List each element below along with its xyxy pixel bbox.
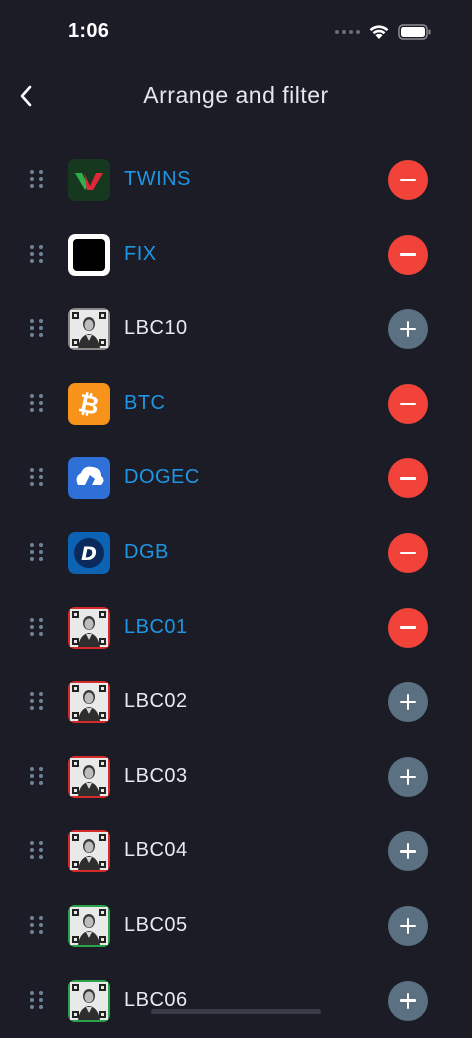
- coin-row-lbc01: LBC01: [0, 591, 472, 666]
- page-title: Arrange and filter: [143, 82, 329, 108]
- drag-handle-icon[interactable]: [30, 990, 44, 1011]
- remove-button[interactable]: [388, 160, 428, 200]
- minus-icon: [400, 626, 416, 629]
- drag-handle-icon[interactable]: [30, 692, 44, 712]
- digibyte-logo-icon: D: [68, 531, 110, 574]
- plus-icon-stroke: [406, 992, 410, 1009]
- add-button[interactable]: [388, 980, 428, 1021]
- home-indicator: [151, 1009, 321, 1014]
- plus-icon-stroke: [406, 843, 410, 860]
- coin-name: LBC03: [124, 764, 188, 787]
- add-button[interactable]: [388, 682, 428, 723]
- drag-handle-icon[interactable]: [30, 244, 44, 265]
- coin-row-btc: ₿ BTC: [0, 367, 472, 442]
- minus-icon: [400, 178, 416, 182]
- drag-handle-icon[interactable]: [30, 393, 44, 414]
- minus-icon: [400, 402, 416, 406]
- coin-row-lbc03: LBC03: [0, 740, 472, 815]
- remove-button[interactable]: [388, 532, 428, 573]
- coin-row-dogec: DOGEC: [0, 441, 472, 516]
- status-time: 1:06: [68, 20, 110, 42]
- status-icons: [335, 24, 432, 40]
- coin-name: FIX: [124, 242, 157, 265]
- drag-handle-icon[interactable]: [30, 170, 44, 190]
- coin-name: LBC04: [124, 839, 188, 862]
- plus-icon-stroke: [406, 694, 410, 711]
- twins-logo-icon: [68, 159, 110, 201]
- coin-list: TWINS FIX LBC10 ₿ BTC DOGEC D DGB LBC01 LBC02 LBC0…: [0, 143, 472, 1038]
- coin-name: DOGEC: [124, 466, 200, 489]
- coin-row-lbc10: LBC10: [0, 292, 472, 367]
- plus-icon-stroke: [406, 917, 410, 934]
- minus-icon: [400, 477, 416, 480]
- add-button[interactable]: [388, 756, 428, 797]
- lbc-portrait-icon: [68, 904, 110, 947]
- signal-icon: [335, 30, 360, 34]
- lbc-portrait-icon: [68, 979, 110, 1022]
- fix-logo-icon: [68, 233, 110, 276]
- add-button[interactable]: [388, 831, 428, 872]
- minus-icon: [400, 253, 416, 256]
- lbc-portrait-icon: [68, 308, 110, 351]
- battery-icon: [398, 24, 431, 40]
- status-bar: 1:06: [0, 0, 472, 64]
- lbc-portrait-icon: [68, 755, 110, 798]
- drag-handle-icon[interactable]: [30, 915, 44, 936]
- remove-button[interactable]: [388, 383, 428, 424]
- remove-button[interactable]: [388, 607, 428, 648]
- drag-handle-icon[interactable]: [30, 841, 44, 861]
- lbc-portrait-icon: [68, 606, 110, 649]
- coin-row-lbc02: LBC02: [0, 665, 472, 740]
- bitcoin-logo-icon: ₿: [68, 382, 110, 425]
- coin-name: LBC01: [124, 615, 188, 638]
- dogec-logo-icon: [68, 457, 110, 500]
- coin-row-dgb: D DGB: [0, 516, 472, 591]
- drag-handle-icon[interactable]: [30, 617, 44, 638]
- drag-handle-icon[interactable]: [30, 319, 44, 339]
- remove-button[interactable]: [388, 234, 428, 275]
- lbc-portrait-icon: [68, 681, 110, 724]
- add-button[interactable]: [388, 905, 428, 946]
- coin-row-lbc05: LBC05: [0, 889, 472, 964]
- drag-handle-icon[interactable]: [30, 468, 44, 488]
- minus-icon: [400, 551, 416, 555]
- coin-row-lbc06: LBC06: [0, 964, 472, 1038]
- coin-row-fix: FIX: [0, 218, 472, 293]
- svg-text:D: D: [81, 543, 97, 565]
- coin-row-twins: TWINS: [0, 143, 472, 218]
- coin-name: LBC10: [124, 317, 188, 340]
- coin-name: BTC: [124, 391, 166, 414]
- coin-name: TWINS: [124, 168, 191, 190]
- wifi-icon: [369, 25, 389, 39]
- coin-name: DGB: [124, 540, 169, 563]
- coin-row-lbc04: LBC04: [0, 814, 472, 889]
- remove-button[interactable]: [388, 458, 428, 499]
- plus-icon-stroke: [406, 768, 410, 785]
- coin-name: LBC05: [124, 913, 188, 936]
- plus-icon-stroke: [406, 321, 410, 338]
- drag-handle-icon[interactable]: [30, 766, 44, 787]
- coin-name: LBC02: [124, 690, 188, 713]
- lbc-portrait-icon: [68, 830, 110, 873]
- drag-handle-icon[interactable]: [30, 542, 44, 563]
- add-button[interactable]: [388, 309, 428, 350]
- header: Arrange and filter: [0, 64, 472, 128]
